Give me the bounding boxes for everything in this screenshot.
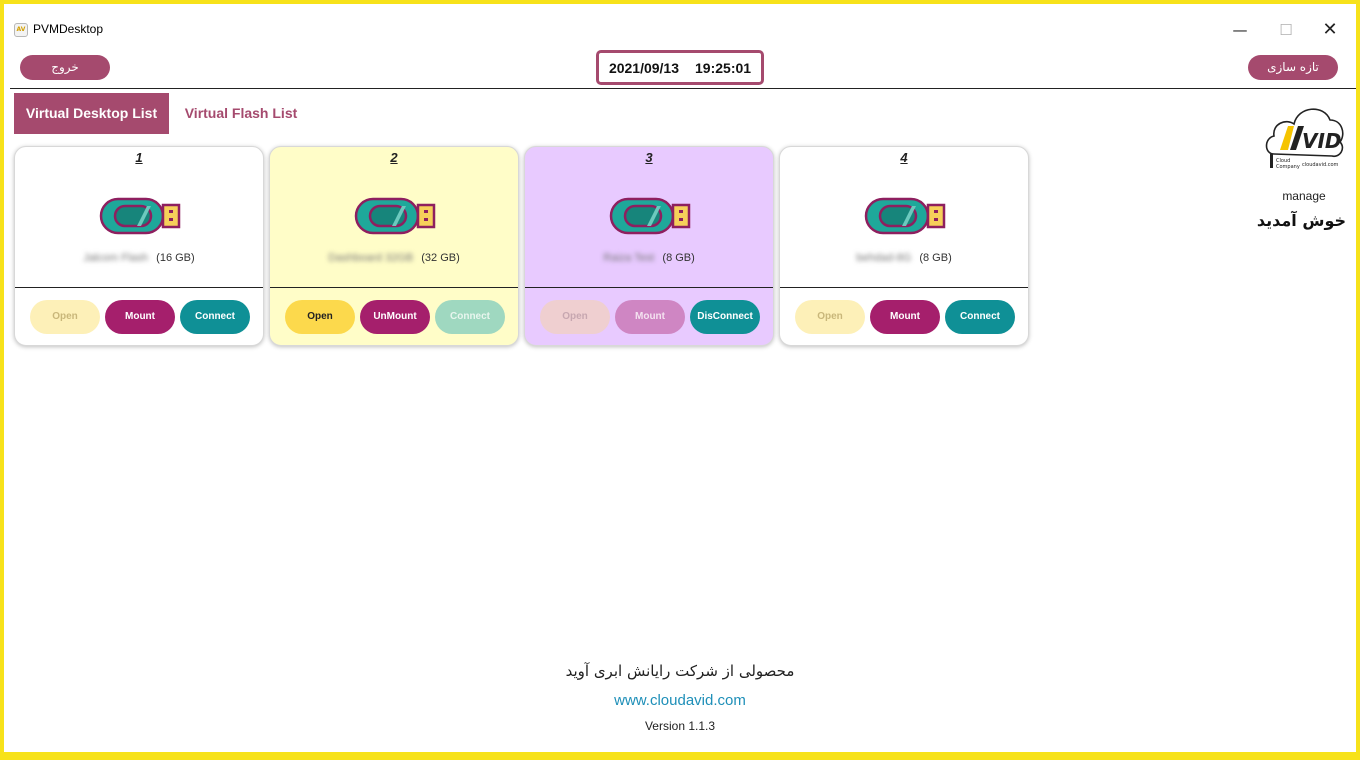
card-info: Jalcom Flash (16 GB)	[15, 252, 263, 264]
connect-button[interactable]: Connect	[945, 300, 1015, 334]
connect-button[interactable]: Connect	[180, 300, 250, 334]
exit-button[interactable]: خروج	[20, 55, 110, 80]
app-window: AV PVMDesktop — ☐ ✕ خروج 2021/09/13 19:2…	[4, 4, 1356, 752]
flash-card-4: 4 behdad-8G (8 GB) Open Mount Connect	[779, 146, 1029, 346]
tab-virtual-desktop-list[interactable]: Virtual Desktop List	[14, 93, 169, 134]
flash-size: (32 GB)	[421, 252, 460, 264]
mount-button[interactable]: Mount	[870, 300, 940, 334]
flash-card-3: 3 Raiza Test (8 GB) Open Mount DisConnec…	[524, 146, 774, 346]
flash-size: (8 GB)	[919, 252, 952, 264]
svg-text:VID: VID	[1302, 129, 1342, 153]
refresh-button[interactable]: تازه سازی	[1248, 55, 1338, 80]
header-divider	[10, 88, 1356, 89]
card-info: Dashboard 32GB (32 GB)	[270, 252, 518, 264]
tab-virtual-flash-list[interactable]: Virtual Flash List	[174, 93, 308, 134]
flash-name: Dashboard 32GB	[328, 252, 414, 264]
website-link[interactable]: www.cloudavid.com	[4, 692, 1356, 709]
time-text: 19:25:01	[695, 59, 752, 76]
flash-name: behdad-8G	[856, 252, 912, 264]
open-button[interactable]: Open	[540, 300, 610, 334]
card-number: 4	[900, 150, 908, 165]
company-credit: محصولی از شرکت رایانش ابری آوید	[565, 662, 795, 680]
open-button[interactable]: Open	[795, 300, 865, 334]
svg-text:cloudavid.com: cloudavid.com	[1302, 162, 1339, 168]
welcome-text: خوش آمدید	[1256, 211, 1346, 230]
flash-size: (16 GB)	[156, 252, 195, 264]
disconnect-button[interactable]: DisConnect	[690, 300, 760, 334]
app-icon: AV	[14, 23, 28, 37]
minimize-button[interactable]: —	[1220, 16, 1260, 44]
flash-name: Jalcom Flash	[83, 252, 149, 264]
usb-flash-icon	[609, 197, 691, 235]
flash-name: Raiza Test	[603, 252, 655, 264]
card-info: Raiza Test (8 GB)	[525, 252, 773, 264]
mount-button[interactable]: Mount	[615, 300, 685, 334]
usb-flash-icon	[354, 197, 436, 235]
flash-card-2: 2 Dashboard 32GB (32 GB) Open UnMount Co…	[269, 146, 519, 346]
open-button[interactable]: Open	[285, 300, 355, 334]
cloud-logo-icon: VID Cloud Company cloudavid.com	[1265, 108, 1344, 170]
card-number: 2	[390, 150, 398, 165]
flash-size: (8 GB)	[662, 252, 695, 264]
company-logo: VID Cloud Company cloudavid.com	[1262, 96, 1346, 172]
title-bar: AV PVMDesktop — ☐ ✕	[4, 4, 1356, 50]
card-number: 1	[135, 150, 143, 165]
svg-text:Company: Company	[1276, 164, 1300, 170]
card-divider	[15, 287, 263, 288]
unmount-button[interactable]: UnMount	[360, 300, 430, 334]
datetime-display: 2021/09/13 19:25:01	[596, 50, 764, 85]
card-divider	[780, 287, 1028, 288]
card-divider	[525, 287, 773, 288]
maximize-button[interactable]: ☐	[1266, 16, 1306, 44]
close-button[interactable]: ✕	[1310, 16, 1350, 44]
open-button[interactable]: Open	[30, 300, 100, 334]
version-label: Version 1.1.3	[644, 719, 716, 733]
window-title: PVMDesktop	[33, 22, 104, 36]
flash-card-1: 1 Jalcom Flash (16 GB) Open Mount Connec…	[14, 146, 264, 346]
mount-button[interactable]: Mount	[105, 300, 175, 334]
card-divider	[270, 287, 518, 288]
usb-flash-icon	[99, 197, 181, 235]
card-info: behdad-8G (8 GB)	[780, 252, 1028, 264]
date-text: 2021/09/13	[608, 59, 680, 76]
manage-label: manage	[1282, 189, 1326, 203]
card-number: 3	[645, 150, 653, 165]
usb-flash-icon	[864, 197, 946, 235]
connect-button[interactable]: Connect	[435, 300, 505, 334]
